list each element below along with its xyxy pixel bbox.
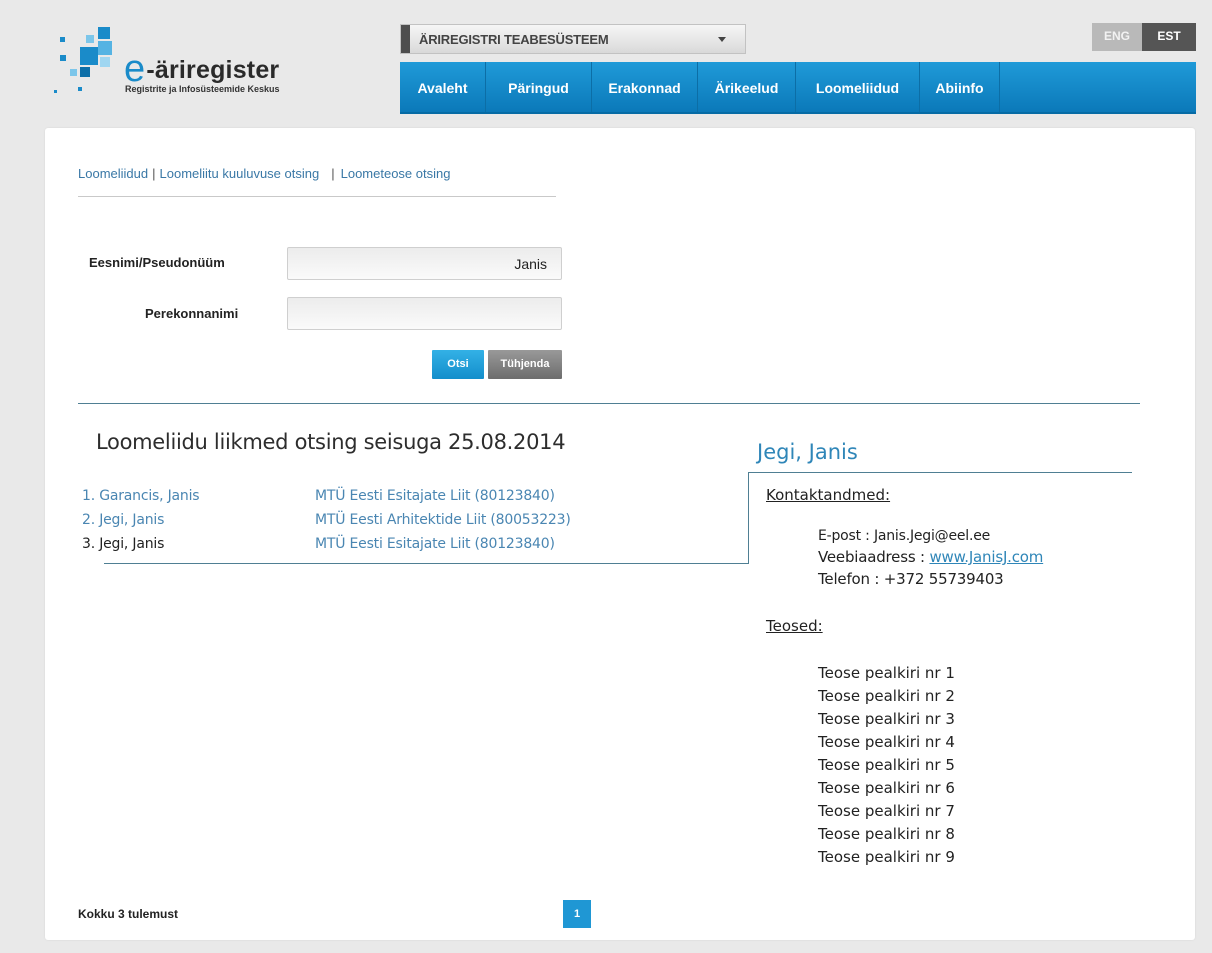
select-grip (401, 25, 410, 53)
contact-phone: Telefon : +372 55739403 (818, 570, 1004, 588)
last-name-input[interactable] (287, 297, 562, 330)
clear-button[interactable]: Tühjenda (488, 350, 562, 379)
work-item: Teose pealkiri nr 2 (818, 687, 955, 705)
work-item: Teose pealkiri nr 9 (818, 848, 955, 866)
breadcrumb-membership-search[interactable]: Loomeliitu kuuluvuse otsing (160, 166, 320, 181)
logo[interactable]: e-äriregister Registrite ja Infosüsteemi… (50, 25, 350, 105)
work-item: Teose pealkiri nr 5 (818, 756, 955, 774)
pagination-page-button[interactable]: 1 (563, 900, 591, 928)
work-item: Teose pealkiri nr 1 (818, 664, 955, 682)
work-item: Teose pealkiri nr 8 (818, 825, 955, 843)
breadcrumb-divider (78, 196, 556, 197)
result-org-link[interactable]: MTÜ Eesti Esitajate Liit (80123840) (315, 536, 555, 552)
results-underline (104, 563, 749, 564)
nav-item-loomeliidud[interactable]: Loomeliidud (796, 62, 920, 112)
last-name-label: Perekonnanimi (145, 306, 239, 321)
lang-est-button[interactable]: EST (1142, 23, 1196, 51)
result-name[interactable]: 3. Jegi, Janis (82, 536, 164, 552)
result-org-link[interactable]: MTÜ Eesti Esitajate Liit (80123840) (315, 488, 555, 504)
contact-website-label: Veebiaadress : (818, 548, 930, 566)
breadcrumb: Loomeliidud | Loomeliitu kuuluvuse otsing |… (78, 166, 450, 181)
result-name-link[interactable]: 1. Garancis, Janis (82, 488, 200, 504)
works-heading: Teosed: (766, 617, 823, 635)
nav-item-avaleht[interactable]: Avaleht (400, 62, 486, 112)
main-nav: Avaleht Päringud Erakonnad Ärikeelud Loo… (400, 62, 1196, 114)
breadcrumb-loomeliidud[interactable]: Loomeliidud (78, 166, 148, 181)
breadcrumb-separator: | (152, 166, 156, 181)
nav-item-erakonnad[interactable]: Erakonnad (592, 62, 698, 112)
work-item: Teose pealkiri nr 4 (818, 733, 955, 751)
result-name-link[interactable]: 2. Jegi, Janis (82, 512, 164, 528)
logo-mark-icon (54, 27, 112, 93)
work-item: Teose pealkiri nr 6 (818, 779, 955, 797)
results-total: Kokku 3 tulemust (78, 907, 179, 921)
form-divider (78, 403, 1140, 404)
detail-connector-vertical (748, 472, 749, 564)
first-name-input[interactable] (287, 247, 562, 280)
logo-title-text: -äriregister (146, 56, 280, 84)
work-item: Teose pealkiri nr 7 (818, 802, 955, 820)
detail-person-name: Jegi, Janis (757, 440, 858, 464)
system-select-label: ÄRIREGISTRI TEABESÜSTEEM (419, 32, 609, 47)
logo-subtitle: Registrite ja Infosüsteemide Keskus (125, 84, 280, 94)
contact-email: E-post : Janis.Jegi@eel.ee (818, 528, 991, 544)
lang-eng-button[interactable]: ENG (1092, 23, 1142, 51)
breadcrumb-separator: | (331, 166, 335, 181)
nav-item-paringud[interactable]: Päringud (486, 62, 592, 112)
nav-item-arikeelud[interactable]: Ärikeelud (698, 62, 796, 112)
nav-item-abiinfo[interactable]: Abiinfo (920, 62, 1000, 112)
contact-website-link[interactable]: www.JanisJ.com (929, 548, 1043, 566)
breadcrumb-work-search[interactable]: Loometeose otsing (341, 166, 451, 181)
logo-title: e-äriregister (124, 45, 280, 90)
contact-heading: Kontaktandmed: (766, 486, 891, 504)
work-item: Teose pealkiri nr 3 (818, 710, 955, 728)
detail-connector-horizontal (748, 472, 1132, 473)
results-title: Loomeliidu liikmed otsing seisuga 25.08.… (96, 430, 566, 454)
search-button[interactable]: Otsi (432, 350, 484, 379)
first-name-label: Eesnimi/Pseudonüüm (89, 255, 225, 270)
contact-website-row: Veebiaadress : www.JanisJ.com (818, 548, 1043, 566)
chevron-down-icon (718, 37, 726, 42)
result-org-link[interactable]: MTÜ Eesti Arhitektide Liit (80053223) (315, 512, 571, 528)
system-select[interactable]: ÄRIREGISTRI TEABESÜSTEEM (400, 24, 746, 54)
content-panel (45, 128, 1195, 940)
